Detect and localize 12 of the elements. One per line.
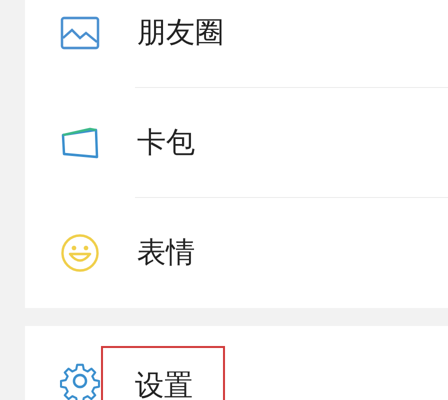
- menu-item[interactable]: 设置: [25, 326, 448, 400]
- menu-item[interactable]: 卡包: [25, 88, 448, 198]
- settings-icon: [60, 361, 100, 400]
- menu-label: 卡包: [136, 124, 196, 160]
- image-icon: [60, 16, 100, 50]
- smiley-icon: [60, 233, 100, 273]
- menu-label: 朋友圈: [136, 14, 225, 50]
- card-icon: [60, 126, 100, 160]
- menu-item[interactable]: 表情: [25, 198, 448, 308]
- menu-item[interactable]: 朋友圈: [25, 0, 448, 88]
- menu-label: 表情: [136, 234, 196, 271]
- menu-label: 设置: [101, 346, 225, 400]
